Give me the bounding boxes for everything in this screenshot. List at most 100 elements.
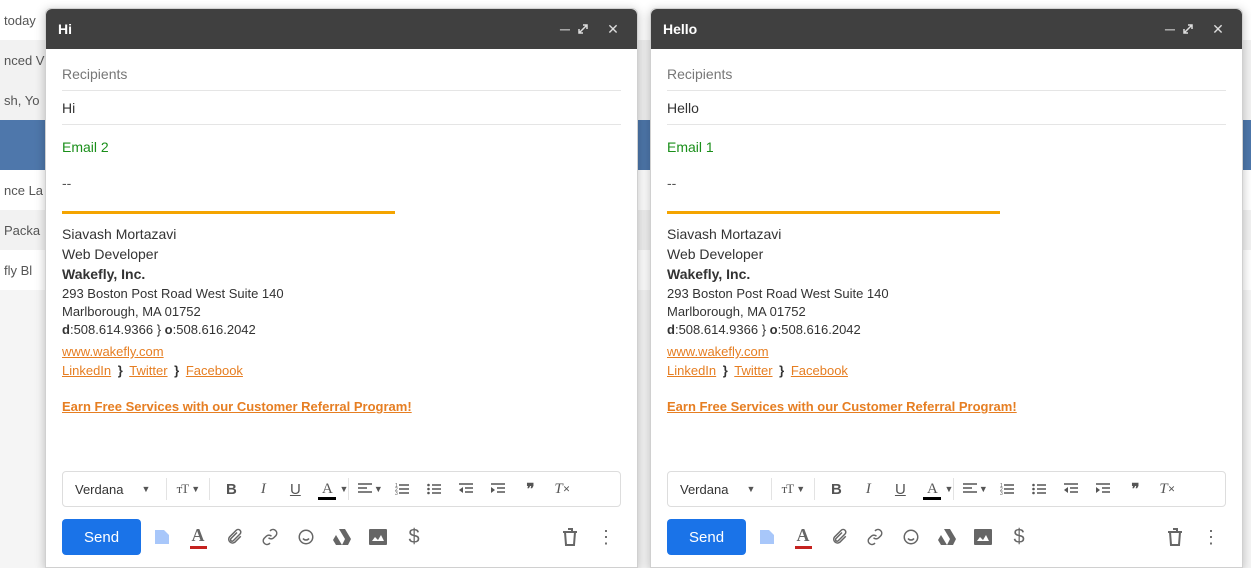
compose-window-2: Hello ─ ✕ Email 1 -- Siavash Mortazavi W… xyxy=(650,8,1243,568)
recipients-row[interactable] xyxy=(667,57,1226,91)
underline-button[interactable]: U xyxy=(280,475,310,503)
signature-website-link[interactable]: www.wakefly.com xyxy=(62,344,164,359)
more-icon[interactable]: ⋮ xyxy=(1196,522,1226,552)
facebook-link[interactable]: Facebook xyxy=(791,363,848,378)
text-color-button[interactable]: A▼ xyxy=(917,475,947,503)
signature-address-2: Marlborough, MA 01752 xyxy=(62,304,621,319)
subject-row[interactable] xyxy=(62,91,621,125)
compose-actions: Send A $ ⋮ xyxy=(46,507,637,567)
bulleted-list-button[interactable] xyxy=(1024,475,1054,503)
window-title: Hi xyxy=(58,21,553,37)
twitter-link[interactable]: Twitter xyxy=(129,363,167,378)
numbered-list-button[interactable]: 123 xyxy=(387,475,417,503)
signature-rule xyxy=(667,211,1000,214)
numbered-list-button[interactable]: 123 xyxy=(992,475,1022,503)
window-title: Hello xyxy=(663,21,1158,37)
bg-text: nce La xyxy=(4,183,43,198)
linkedin-link[interactable]: LinkedIn xyxy=(62,363,111,378)
signature-socials: LinkedIn } Twitter } Facebook xyxy=(62,363,621,378)
signature-address-1: 293 Boston Post Road West Suite 140 xyxy=(62,286,621,301)
titlebar[interactable]: Hi ─ ✕ xyxy=(46,9,637,49)
emoji-icon[interactable] xyxy=(291,522,321,552)
popout-icon[interactable] xyxy=(577,23,601,35)
drive-icon[interactable] xyxy=(327,522,357,552)
bg-text: fly Bl xyxy=(4,263,32,278)
bulleted-list-button[interactable] xyxy=(419,475,449,503)
font-size-button[interactable]: тT▼ xyxy=(778,475,808,503)
facebook-link[interactable]: Facebook xyxy=(186,363,243,378)
referral-link[interactable]: Earn Free Services with our Customer Ref… xyxy=(667,399,1017,414)
svg-text:3: 3 xyxy=(395,491,398,495)
compose-body[interactable]: Email 2 -- Siavash Mortazavi Web Develop… xyxy=(46,125,637,465)
emoji-icon[interactable] xyxy=(896,522,926,552)
image-icon[interactable] xyxy=(968,522,998,552)
align-button[interactable]: ▼ xyxy=(960,475,990,503)
indent-more-button[interactable] xyxy=(1088,475,1118,503)
align-button[interactable]: ▼ xyxy=(355,475,385,503)
minimize-icon[interactable]: ─ xyxy=(1158,21,1182,37)
italic-button[interactable]: I xyxy=(853,475,883,503)
more-icon[interactable]: ⋮ xyxy=(591,522,621,552)
label-icon[interactable] xyxy=(752,522,782,552)
signature-socials: LinkedIn } Twitter } Facebook xyxy=(667,363,1226,378)
text-format-icon[interactable]: A xyxy=(788,522,818,552)
quote-button[interactable]: ❞ xyxy=(515,475,545,503)
recipients-input[interactable] xyxy=(667,66,1226,82)
subject-row[interactable] xyxy=(667,91,1226,125)
indent-less-button[interactable] xyxy=(451,475,481,503)
remove-formatting-button[interactable]: T✕ xyxy=(547,475,577,503)
header-fields xyxy=(46,49,637,125)
close-icon[interactable]: ✕ xyxy=(1206,21,1230,38)
label-icon[interactable] xyxy=(147,522,177,552)
close-icon[interactable]: ✕ xyxy=(601,21,625,38)
remove-formatting-button[interactable]: T✕ xyxy=(1152,475,1182,503)
popout-icon[interactable] xyxy=(1182,23,1206,35)
referral-link[interactable]: Earn Free Services with our Customer Ref… xyxy=(62,399,412,414)
font-picker[interactable]: Verdana ▼ xyxy=(674,482,765,497)
attach-icon[interactable] xyxy=(824,522,854,552)
subject-input[interactable] xyxy=(62,100,621,116)
money-icon[interactable]: $ xyxy=(1004,522,1034,552)
text-format-icon[interactable]: A xyxy=(183,522,213,552)
compose-body[interactable]: Email 1 -- Siavash Mortazavi Web Develop… xyxy=(651,125,1242,465)
italic-button[interactable]: I xyxy=(248,475,278,503)
link-icon[interactable] xyxy=(860,522,890,552)
twitter-link[interactable]: Twitter xyxy=(734,363,772,378)
drive-icon[interactable] xyxy=(932,522,962,552)
trash-icon[interactable] xyxy=(555,522,585,552)
subject-input[interactable] xyxy=(667,100,1226,116)
font-name: Verdana xyxy=(75,482,123,497)
chevron-down-icon: ▼ xyxy=(746,484,755,494)
chevron-down-icon: ▼ xyxy=(141,484,150,494)
font-picker[interactable]: Verdana ▼ xyxy=(69,482,160,497)
signature-name: Siavash Mortazavi xyxy=(62,226,621,242)
send-button[interactable]: Send xyxy=(667,519,746,555)
bold-button[interactable]: B xyxy=(821,475,851,503)
signature-rule xyxy=(62,211,395,214)
bold-button[interactable]: B xyxy=(216,475,246,503)
quote-button[interactable]: ❞ xyxy=(1120,475,1150,503)
titlebar[interactable]: Hello ─ ✕ xyxy=(651,9,1242,49)
send-button[interactable]: Send xyxy=(62,519,141,555)
recipients-input[interactable] xyxy=(62,66,621,82)
trash-icon[interactable] xyxy=(1160,522,1190,552)
money-icon[interactable]: $ xyxy=(399,522,429,552)
underline-button[interactable]: U xyxy=(885,475,915,503)
signature-address-2: Marlborough, MA 01752 xyxy=(667,304,1226,319)
signature-role: Web Developer xyxy=(667,246,1226,262)
bg-text: today xyxy=(4,13,36,28)
attach-icon[interactable] xyxy=(219,522,249,552)
signature-phone: d:508.614.9366 } o:508.616.2042 xyxy=(667,322,1226,337)
font-size-button[interactable]: тT▼ xyxy=(173,475,203,503)
signature-name: Siavash Mortazavi xyxy=(667,226,1226,242)
bg-text: sh, Yo xyxy=(4,93,39,108)
signature-website-link[interactable]: www.wakefly.com xyxy=(667,344,769,359)
recipients-row[interactable] xyxy=(62,57,621,91)
minimize-icon[interactable]: ─ xyxy=(553,21,577,37)
indent-more-button[interactable] xyxy=(483,475,513,503)
image-icon[interactable] xyxy=(363,522,393,552)
linkedin-link[interactable]: LinkedIn xyxy=(667,363,716,378)
indent-less-button[interactable] xyxy=(1056,475,1086,503)
link-icon[interactable] xyxy=(255,522,285,552)
text-color-button[interactable]: A▼ xyxy=(312,475,342,503)
